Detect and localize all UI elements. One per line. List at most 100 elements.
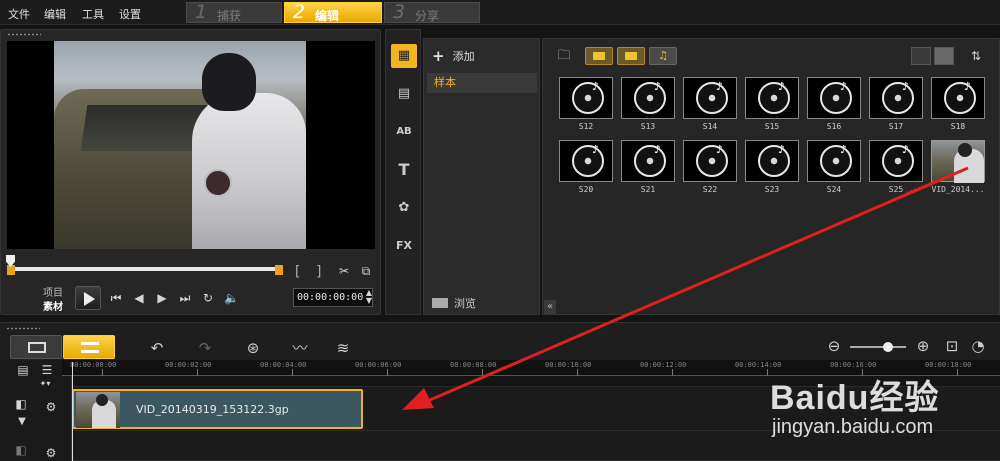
media-thumbnail[interactable]: ♪	[621, 77, 675, 119]
media-thumbnail[interactable]: ♪	[869, 140, 923, 182]
timeline-toolbar: ↶ ↷ ⊛ 〰 ≋ ⊖ ⊕ ⊡ ◔	[0, 322, 1000, 360]
menu-bar: 文件 编辑 工具 设置 1 捕获 2 编辑 3 分享	[0, 0, 1000, 25]
folder-icon[interactable]: 🗀	[557, 49, 571, 63]
step-label: 捕获	[217, 9, 242, 23]
audio-disc-icon	[572, 145, 604, 177]
add-folder-button[interactable]: + 添加	[432, 47, 475, 65]
library-category-tabs: ▦ ▤ AB T ✿ FX	[385, 29, 421, 315]
music-note-icon: ♪	[654, 80, 662, 93]
timecode-value: 00:00:00:00	[297, 292, 364, 303]
media-thumbnail[interactable]: ♪	[931, 77, 985, 119]
home-icon[interactable]: ⏮	[109, 291, 123, 305]
folder-item-sample[interactable]: 样本	[427, 73, 537, 93]
panel-grip[interactable]	[7, 33, 41, 36]
play-button[interactable]	[75, 286, 101, 310]
next-frame-icon[interactable]: ▶	[155, 291, 169, 305]
copy-icon[interactable]: ⧉	[359, 264, 373, 278]
ruler-tick-label: 00:00:16:00	[830, 361, 877, 369]
zoom-slider[interactable]	[850, 342, 906, 352]
media-thumbnail[interactable]: ♪	[869, 77, 923, 119]
redo-icon[interactable]: ↷	[195, 339, 215, 357]
timecode-stepper-icon[interactable]: ▲ ▼	[362, 289, 376, 305]
repeat-icon[interactable]: ↻	[201, 291, 215, 305]
volume-icon[interactable]: 🔈	[224, 291, 239, 305]
thumbnail-label: S20	[578, 185, 594, 194]
thumbnail-view-button[interactable]	[934, 47, 954, 65]
record-capture-icon[interactable]: ⊛	[243, 339, 263, 357]
previous-frame-icon[interactable]: ◀	[132, 291, 146, 305]
undo-icon[interactable]: ↶	[147, 339, 167, 357]
media-thumbnail[interactable]: ♪	[807, 140, 861, 182]
menu-file[interactable]: 文件	[8, 6, 30, 22]
watermark-url: jingyan.baidu.com	[772, 416, 934, 438]
video-thumbnail[interactable]	[931, 140, 985, 183]
filter-fx-icon[interactable]: FX	[391, 234, 417, 258]
timeline-clip[interactable]: VID_20140319_153122.3gp	[72, 389, 363, 429]
audio-disc-icon	[696, 145, 728, 177]
timecode-display[interactable]: 00:00:00:00	[293, 288, 373, 307]
chapter-list-icon[interactable]: ☰	[40, 363, 54, 377]
menu-edit[interactable]: 编辑	[44, 6, 66, 22]
step-edit[interactable]: 2 编辑	[284, 1, 382, 23]
media-thumbnail[interactable]: ♪	[807, 77, 861, 119]
step-share[interactable]: 3 分享	[384, 1, 480, 23]
media-thumbnail[interactable]: ♪	[683, 140, 737, 182]
chevron-down-icon[interactable]: ▼	[15, 415, 29, 429]
list-view-button[interactable]	[911, 47, 931, 65]
zoom-knob[interactable]	[883, 342, 893, 352]
browse-button[interactable]: 浏览	[432, 295, 476, 311]
media-tab-icon[interactable]: ▦	[391, 44, 417, 68]
show-audio-filter-button[interactable]: ♫	[649, 47, 677, 65]
step-number: 2	[293, 1, 306, 23]
media-thumbnail[interactable]: ♪	[621, 140, 675, 182]
timeline-playhead[interactable]	[72, 362, 73, 461]
media-thumbnail[interactable]: ♪	[745, 77, 799, 119]
scrub-track[interactable]	[9, 267, 281, 271]
show-video-filter-button[interactable]	[585, 47, 613, 65]
mode-project[interactable]: 项目	[43, 284, 63, 299]
step-capture[interactable]: 1 捕获	[186, 1, 282, 23]
video-track-toggle-icon[interactable]: ◧	[14, 397, 28, 411]
mark-out-button[interactable]: ]	[315, 264, 323, 280]
media-thumbnail[interactable]: ♪	[559, 77, 613, 119]
menu-tools[interactable]: 工具	[82, 6, 104, 22]
sort-icon[interactable]: ⇅	[969, 49, 983, 63]
media-thumbnail[interactable]: ♪	[559, 140, 613, 182]
mark-in-button[interactable]: [	[293, 264, 301, 280]
graphic-icon[interactable]: ✿	[391, 196, 417, 220]
timeline-view-button[interactable]	[63, 335, 115, 359]
trim-start-handle[interactable]	[7, 265, 15, 275]
trim-end-handle[interactable]	[275, 265, 283, 275]
instant-project-icon[interactable]: ▤	[391, 82, 417, 106]
music-note-icon: ♪	[778, 143, 786, 156]
music-note-icon: ♪	[840, 143, 848, 156]
music-note-icon: ♪	[654, 143, 662, 156]
auto-music-icon[interactable]: ≋	[333, 339, 353, 357]
project-duration-icon[interactable]: ◔	[968, 337, 988, 355]
ruler-tick-label: 00:00:04:00	[260, 361, 307, 369]
zoom-in-icon[interactable]: ⊕	[913, 337, 933, 355]
menu-settings[interactable]: 设置	[119, 6, 141, 22]
track-manager-icon[interactable]: ▤	[16, 363, 30, 377]
scissors-icon[interactable]: ✂	[337, 264, 351, 278]
transition-icon[interactable]: AB	[391, 120, 417, 144]
mode-clip[interactable]: 素材	[43, 298, 63, 313]
panel-grip[interactable]	[6, 327, 40, 330]
zoom-out-icon[interactable]: ⊖	[824, 337, 844, 355]
media-thumbnail[interactable]: ♪	[745, 140, 799, 182]
overlay-track-toggle-icon[interactable]: ◧	[14, 443, 28, 457]
scrubber[interactable]	[6, 255, 283, 279]
collapse-library-button[interactable]: «	[544, 300, 556, 314]
ruler-tick	[767, 369, 768, 376]
show-photo-filter-button[interactable]	[617, 47, 645, 65]
step-number: 3	[393, 1, 406, 23]
end-icon[interactable]: ⏭	[178, 291, 192, 305]
media-thumbnail[interactable]: ♪	[683, 77, 737, 119]
fit-project-icon[interactable]: ⊡	[942, 337, 962, 355]
title-icon[interactable]: T	[391, 158, 417, 182]
audio-disc-icon	[572, 82, 604, 114]
add-chapter-icon[interactable]: ✦▾	[38, 377, 52, 391]
video-frame	[54, 41, 306, 249]
audio-mixer-icon[interactable]: 〰	[290, 339, 310, 357]
storyboard-view-button[interactable]	[10, 335, 62, 359]
